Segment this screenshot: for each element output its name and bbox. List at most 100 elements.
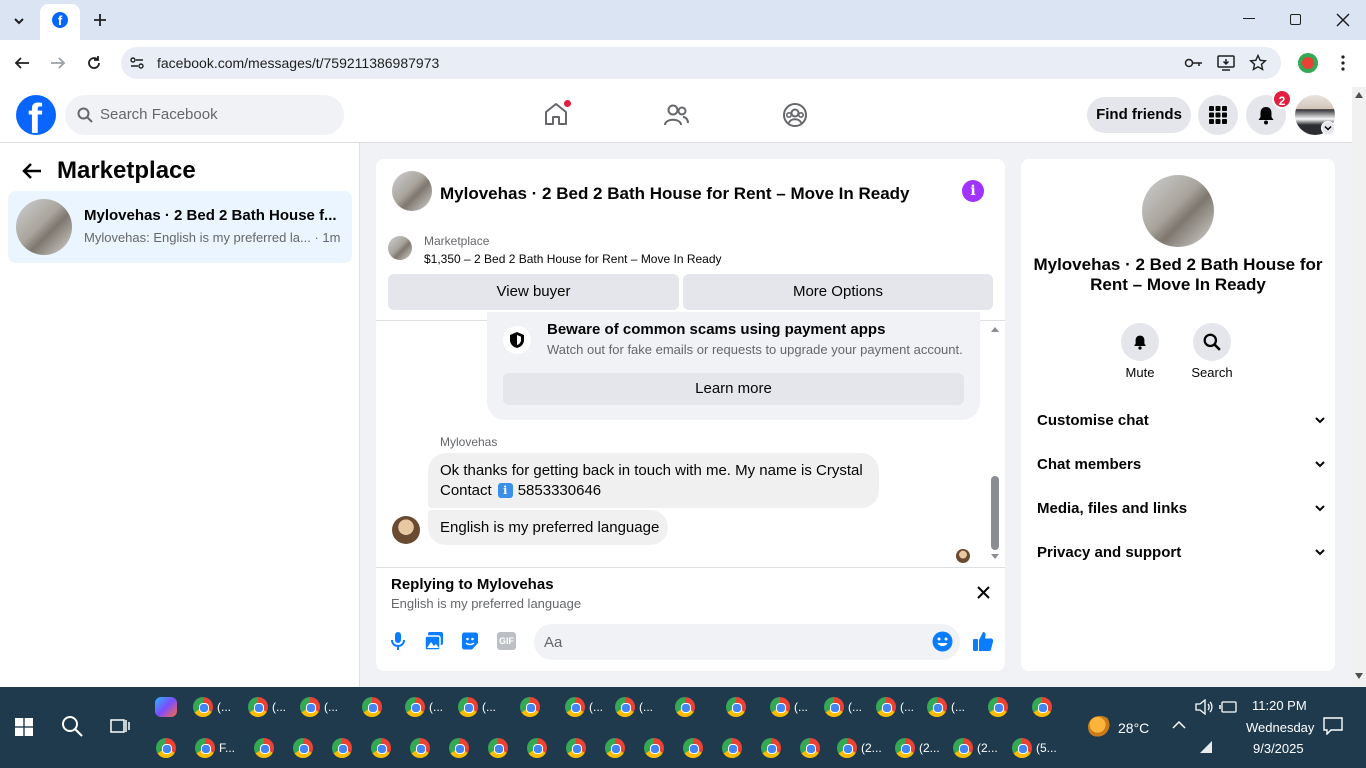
chrome-taskbar-icon[interactable] <box>988 697 1008 717</box>
back-button[interactable] <box>13 54 31 72</box>
minimize-window-button[interactable] <box>1243 18 1255 19</box>
chrome-taskbar-icon[interactable] <box>927 697 947 717</box>
install-app-icon[interactable] <box>1217 54 1235 72</box>
chrome-taskbar-icon[interactable] <box>293 738 313 758</box>
facebook-logo[interactable]: f <box>16 95 56 135</box>
chrome-taskbar-icon[interactable] <box>837 738 857 758</box>
chrome-taskbar-icon[interactable] <box>675 697 695 717</box>
sticker-icon[interactable] <box>460 631 480 651</box>
microphone-icon[interactable] <box>389 631 407 651</box>
chrome-taskbar-icon[interactable] <box>527 738 547 758</box>
scroll-down-arrow[interactable] <box>990 553 1000 561</box>
chrome-taskbar-icon[interactable] <box>410 738 430 758</box>
chrome-taskbar-icon[interactable] <box>520 697 540 717</box>
chrome-taskbar-icon[interactable] <box>300 697 320 717</box>
chrome-taskbar-icon[interactable] <box>1012 738 1032 758</box>
gif-icon[interactable]: GIF <box>497 632 516 650</box>
chrome-taskbar-icon[interactable] <box>824 697 844 717</box>
media-files-links-row[interactable]: Media, files and links <box>1037 494 1327 522</box>
menu-grid-button[interactable] <box>1198 95 1238 135</box>
profile-avatar-icon[interactable] <box>1298 53 1318 73</box>
chrome-taskbar-icon[interactable] <box>953 738 973 758</box>
weather-temperature[interactable]: 28°C <box>1118 720 1149 736</box>
thumbs-up-icon[interactable] <box>972 630 994 652</box>
chrome-taskbar-icon[interactable] <box>488 738 508 758</box>
chrome-taskbar-icon[interactable] <box>458 697 478 717</box>
reload-button[interactable] <box>85 54 103 72</box>
chat-scrollbar-thumb[interactable] <box>991 476 999 550</box>
chat-members-row[interactable]: Chat members <box>1037 450 1327 478</box>
browser-tab-facebook[interactable]: f <box>40 4 80 40</box>
chrome-taskbar-icon[interactable] <box>405 697 425 717</box>
chat-header-thumbnail[interactable] <box>392 171 432 211</box>
chrome-taskbar-icon[interactable] <box>248 697 268 717</box>
photo-icon[interactable] <box>424 631 444 651</box>
windows-start-icon[interactable] <box>15 718 33 736</box>
volume-icon[interactable] <box>1195 699 1213 715</box>
privacy-support-row[interactable]: Privacy and support <box>1037 538 1327 566</box>
url-text[interactable]: facebook.com/messages/t/759211386987973 <box>157 55 439 71</box>
task-view-icon[interactable] <box>110 717 130 735</box>
info-icon[interactable]: i <box>962 180 984 202</box>
new-tab-button[interactable] <box>91 11 109 29</box>
groups-nav-icon[interactable] <box>782 102 808 128</box>
chrome-taskbar-icon[interactable] <box>895 738 915 758</box>
phone-number[interactable]: 5853330646 <box>518 482 601 499</box>
chrome-taskbar-icon[interactable] <box>644 738 664 758</box>
restore-window-button[interactable] <box>1290 14 1301 25</box>
weather-icon[interactable] <box>1088 716 1112 738</box>
wifi-icon[interactable] <box>1198 740 1214 754</box>
chrome-taskbar-icon[interactable] <box>449 738 469 758</box>
show-hidden-icons[interactable] <box>1172 720 1186 730</box>
clock-time[interactable]: 11:20 PM <box>1252 698 1307 713</box>
chrome-taskbar-icon[interactable] <box>566 738 586 758</box>
find-friends-button[interactable]: Find friends <box>1087 97 1191 133</box>
notifications-center-icon[interactable] <box>1323 717 1343 735</box>
chrome-taskbar-icon[interactable] <box>193 697 213 717</box>
close-window-button[interactable] <box>1336 13 1350 27</box>
chrome-taskbar-icon[interactable] <box>876 697 896 717</box>
chrome-taskbar-icon[interactable] <box>254 738 274 758</box>
browser-menu-icon[interactable] <box>1340 54 1346 72</box>
chrome-taskbar-icon[interactable] <box>605 738 625 758</box>
chrome-taskbar-icon[interactable] <box>683 738 703 758</box>
chrome-taskbar-icon[interactable] <box>726 697 746 717</box>
taskbar-search-icon[interactable] <box>61 715 83 737</box>
chrome-taskbar-icon[interactable] <box>332 738 352 758</box>
page-scrollbar[interactable] <box>1352 87 1366 687</box>
forward-button[interactable] <box>49 54 67 72</box>
password-key-icon[interactable] <box>1184 55 1204 71</box>
chrome-taskbar-icon[interactable] <box>722 738 742 758</box>
learn-more-button[interactable]: Learn more <box>503 373 964 405</box>
home-nav-icon[interactable] <box>543 99 572 127</box>
chat-title[interactable]: Mylovehas · 2 Bed 2 Bath House for Rent … <box>440 184 910 204</box>
chrome-taskbar-icon[interactable] <box>371 738 391 758</box>
chrome-taskbar-icon[interactable] <box>362 697 382 717</box>
chrome-taskbar-icon[interactable] <box>156 738 176 758</box>
emoji-icon[interactable] <box>932 631 953 652</box>
close-reply-icon[interactable] <box>977 586 990 599</box>
chrome-taskbar-icon[interactable] <box>800 738 820 758</box>
mute-button[interactable] <box>1121 323 1159 361</box>
friends-nav-icon[interactable] <box>663 103 689 127</box>
chrome-taskbar-icon[interactable] <box>565 697 585 717</box>
chrome-taskbar-icon[interactable] <box>1032 697 1052 717</box>
customise-chat-row[interactable]: Customise chat <box>1037 406 1327 434</box>
chrome-taskbar-icon[interactable] <box>770 697 790 717</box>
bookmark-star-icon[interactable] <box>1249 54 1267 72</box>
clock-date[interactable]: 9/3/2025 <box>1253 741 1304 756</box>
copilot-icon[interactable] <box>155 697 177 717</box>
listing-price-title[interactable]: $1,350 – 2 Bed 2 Bath House for Rent – M… <box>424 252 722 266</box>
battery-icon[interactable] <box>1219 701 1237 713</box>
account-chevron-icon[interactable] <box>1321 121 1335 135</box>
site-info-icon[interactable] <box>129 55 145 71</box>
scroll-up-arrow[interactable] <box>990 325 1000 333</box>
back-arrow-icon[interactable] <box>21 161 43 181</box>
clock-day[interactable]: Wednesday <box>1246 720 1314 735</box>
view-buyer-button[interactable]: View buyer <box>388 274 679 310</box>
chrome-taskbar-icon[interactable] <box>761 738 781 758</box>
search-placeholder[interactable]: Search Facebook <box>100 106 218 123</box>
message-input[interactable] <box>534 624 960 660</box>
chrome-taskbar-icon[interactable] <box>615 697 635 717</box>
sender-avatar[interactable] <box>392 516 420 544</box>
